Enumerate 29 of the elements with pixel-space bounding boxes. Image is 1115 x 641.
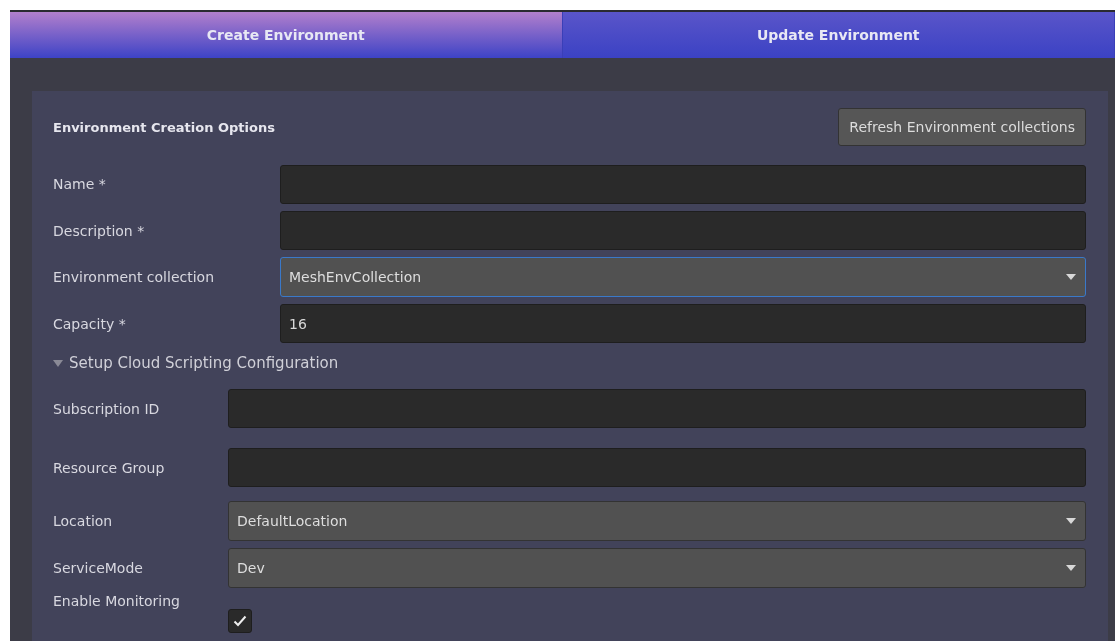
foldout-label: Setup Cloud Scripting Configuration [69,354,339,372]
text-field[interactable] [228,389,1086,428]
field-label: Name * [53,176,107,193]
panel-title: Environment Creation Options [53,119,275,135]
text-field[interactable] [228,448,1086,487]
foldout-arrow-icon [53,358,63,368]
foldout-header[interactable]: Setup Cloud Scripting Configuration [53,347,1086,379]
text-field[interactable]: 16 [280,304,1086,344]
field-label: Capacity * [53,315,127,332]
field-label: Location [53,512,114,529]
text-field[interactable] [280,164,1086,204]
dropdown-field[interactable]: Dev [228,547,1086,588]
checkbox[interactable] [228,609,252,633]
dropdown-field[interactable]: MeshEnvCollection [280,257,1086,298]
refresh-button[interactable]: Refresh Environment collections [838,108,1086,146]
dropdown-arrow-icon [1065,563,1077,572]
field-label: Resource Group [53,459,166,476]
field-label: Enable Monitoring [53,592,181,609]
tab[interactable]: Update Environment [562,12,1115,58]
field-label: Description * [53,222,146,239]
dropdown-field[interactable]: DefaultLocation [228,500,1086,541]
field-label: ServiceMode [53,559,144,576]
tab[interactable]: Create Environment [10,12,563,58]
dropdown-arrow-icon [1065,273,1077,282]
field-label: Subscription ID [53,400,161,417]
checkmark-icon [233,615,247,627]
text-field[interactable] [280,211,1086,251]
dropdown-arrow-icon [1065,516,1077,525]
field-label: Environment collection [53,269,215,286]
